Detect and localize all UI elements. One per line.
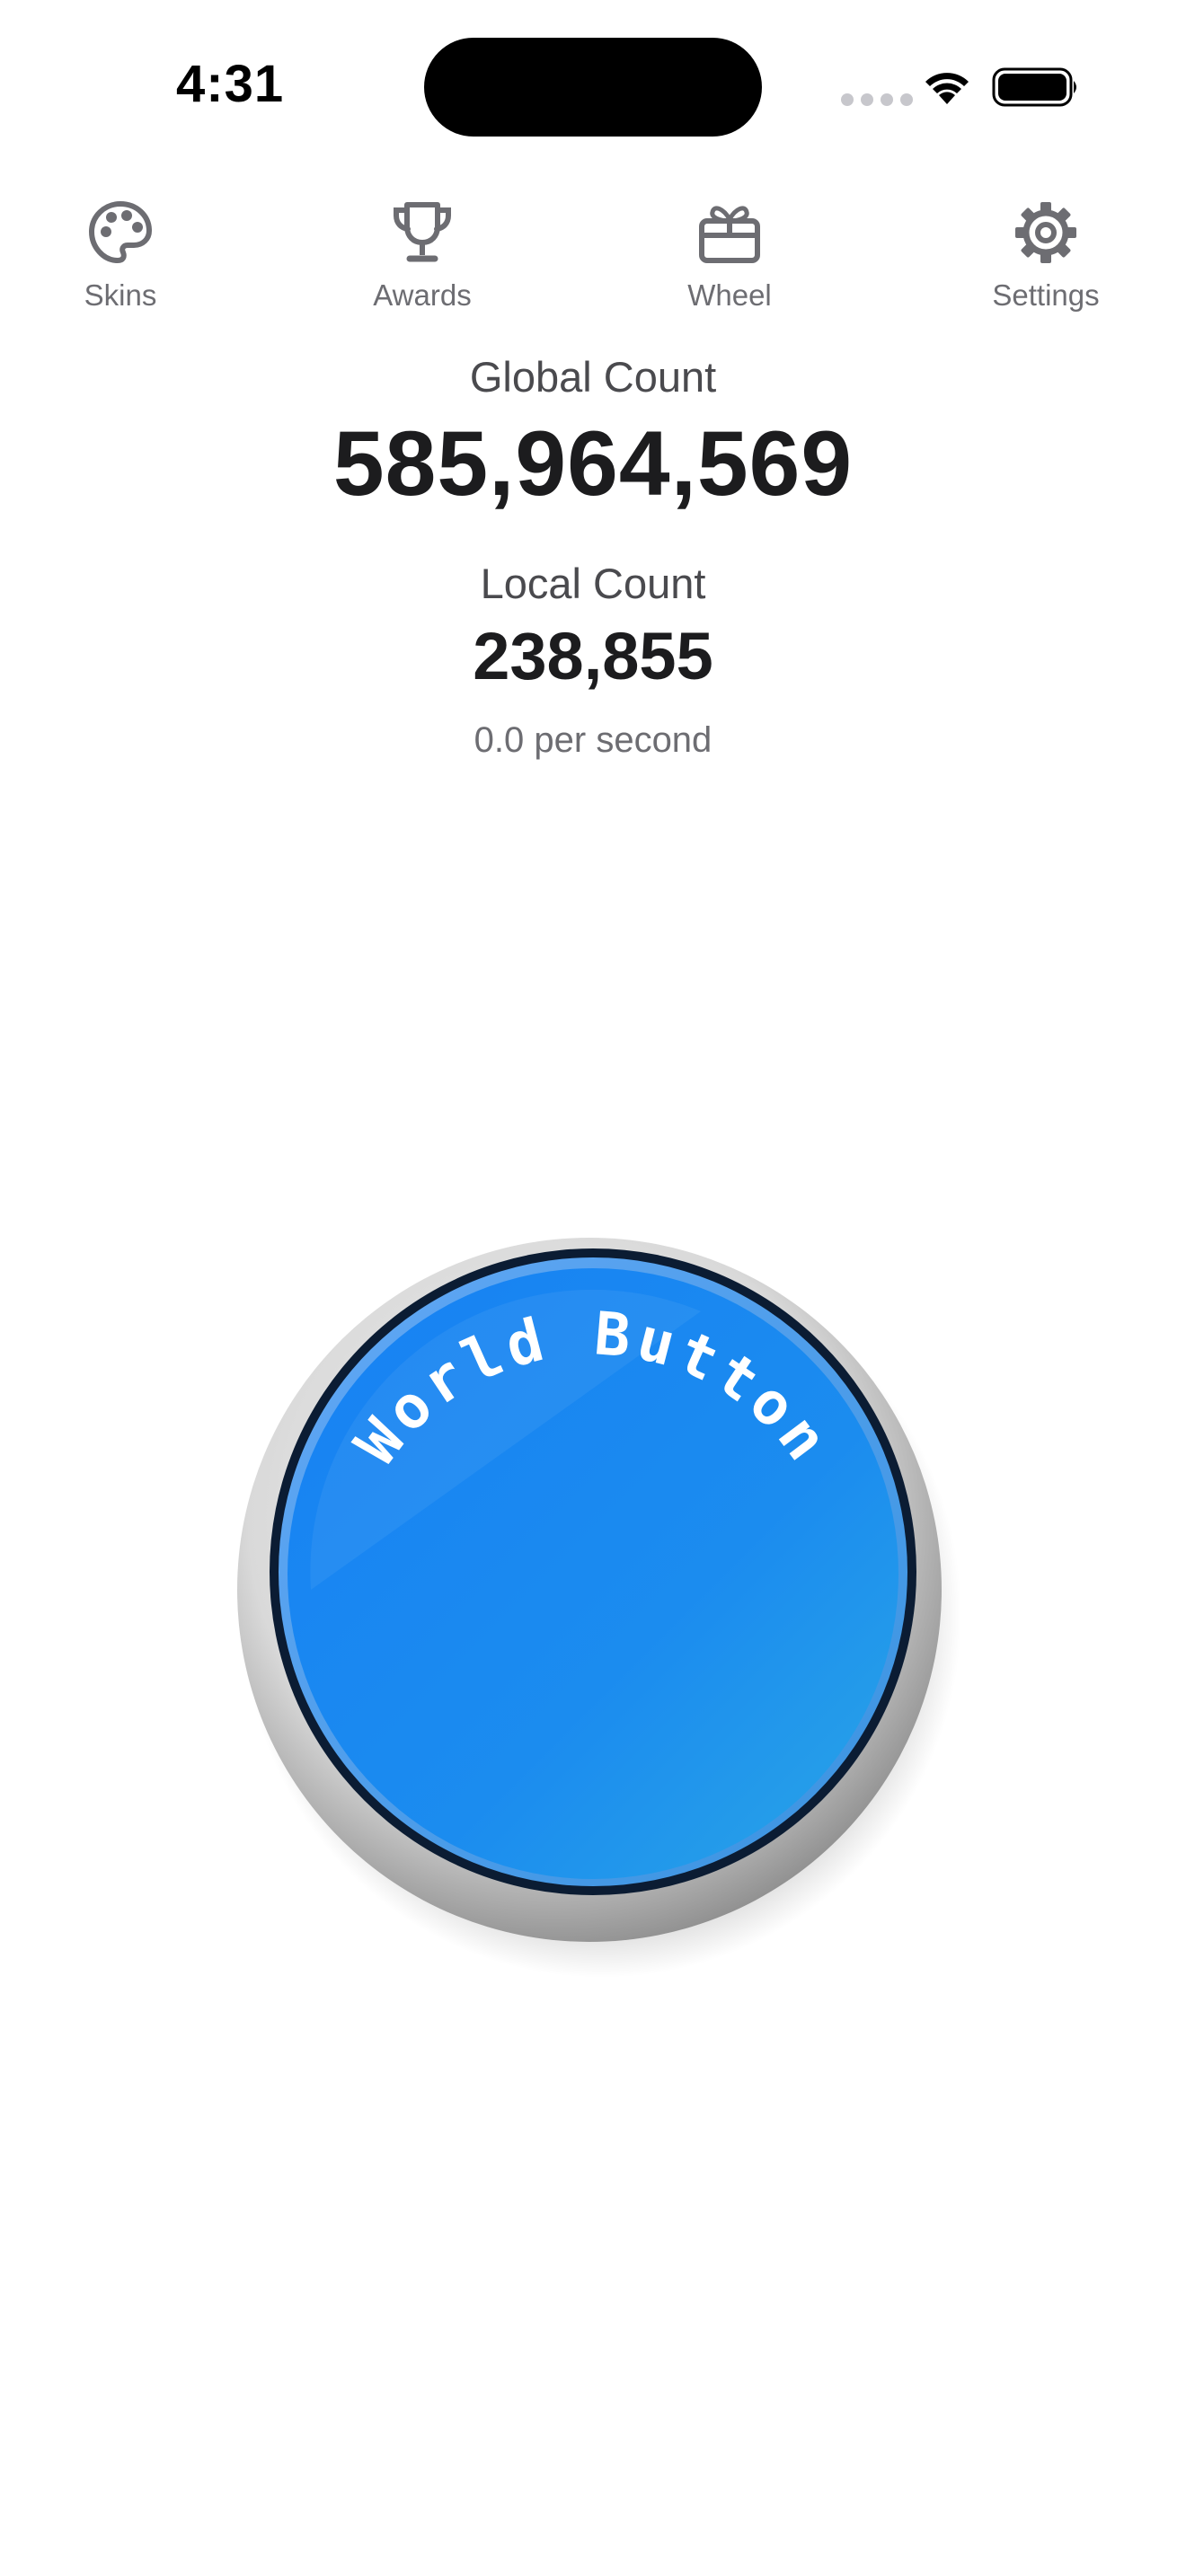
global-count-value: 585,964,569 — [332, 412, 854, 515]
gift-icon — [699, 206, 760, 263]
dynamic-island — [424, 38, 762, 137]
local-count-value: 238,855 — [473, 619, 713, 693]
gear-icon — [1015, 202, 1076, 263]
cellular-signal-icon — [841, 93, 913, 106]
local-count-label: Local Count — [480, 560, 706, 607]
nav-awards-label: Awards — [373, 278, 472, 312]
nav-settings-button[interactable]: Settings — [947, 199, 1145, 313]
nav-skins-label: Skins — [84, 278, 157, 312]
battery-icon — [992, 67, 1076, 107]
global-count-label: Global Count — [469, 353, 717, 401]
nav-wheel-button[interactable]: Wheel — [631, 199, 828, 313]
palette-icon — [89, 201, 152, 263]
trophy-icon — [394, 202, 451, 262]
status-time: 4:31 — [176, 55, 285, 113]
nav-skins-button[interactable]: Skins — [22, 199, 219, 313]
nav-wheel-label: Wheel — [687, 278, 772, 312]
nav-settings-label: Settings — [992, 278, 1100, 312]
world-button[interactable]: World Button — [225, 1213, 961, 1985]
wifi-icon — [925, 73, 969, 104]
world-button-graphic: World Button — [237, 1238, 961, 1978]
nav-awards-button[interactable]: Awards — [323, 199, 521, 313]
rate-per-second: 0.0 per second — [474, 720, 712, 760]
